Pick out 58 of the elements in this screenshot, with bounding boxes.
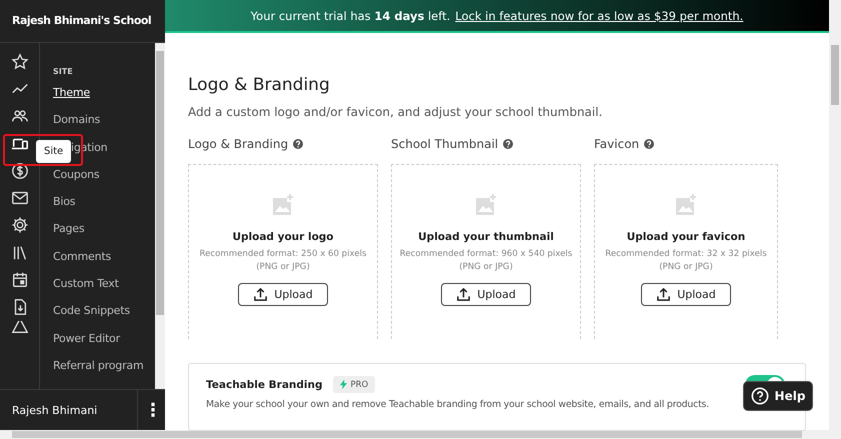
help-icon (750, 387, 769, 405)
upload-button[interactable]: Upload (441, 283, 531, 306)
file-types: (PNG or JPG) (659, 261, 713, 274)
help-icon[interactable] (644, 139, 654, 149)
nav-item[interactable]: Pages (53, 222, 155, 250)
gear-icon[interactable] (10, 216, 28, 234)
nav-item[interactable]: Referral program (53, 358, 155, 386)
scrollbar[interactable] (155, 43, 165, 389)
help-icon[interactable] (293, 139, 304, 149)
dollar-icon[interactable] (10, 162, 28, 180)
nav-item[interactable]: Custom Text (53, 277, 155, 304)
upload-label: Favicon (594, 137, 640, 151)
upload-button[interactable]: Upload (641, 283, 731, 306)
nav-item[interactable]: Comments (53, 250, 155, 278)
section-heading: SITE (53, 67, 74, 76)
upload-label: School Thumbnail (391, 137, 498, 151)
nav-item[interactable]: Domains (53, 113, 155, 141)
format-hint: Recommended format: 32 x 32 pixels (605, 248, 767, 261)
user-name: Rajesh Bhimani (11, 404, 98, 416)
horizontal-scrollbar[interactable] (0, 430, 841, 439)
format-hint: Recommended format: 250 x 60 pixels (200, 248, 366, 261)
nav-item[interactable]: Bios (53, 195, 155, 222)
nav-item[interactable]: Theme (53, 86, 155, 114)
tooltip: Site (36, 140, 72, 163)
upload-icon (253, 287, 268, 302)
upload-dropzone[interactable]: Upload your logo Recommended format: 250 x 60 pixels (PNG or JPG) Upload (188, 164, 378, 339)
upload-icon (656, 287, 672, 302)
file-types: (PNG or JPG) (459, 261, 513, 274)
calendar-icon[interactable] (10, 271, 28, 290)
pro-badge: PRO (332, 376, 376, 393)
format-hint: Recommended format: 960 x 540 pixels (400, 248, 572, 261)
upload-label: Logo & Branding (188, 137, 288, 151)
file-types: (PNG or JPG) (256, 261, 310, 274)
upload-heading: Upload your thumbnail (418, 231, 554, 243)
page-subtitle: Add a custom logo and/or favicon, and adjust your school thumbnail. (188, 105, 604, 119)
warning-icon[interactable] (10, 320, 28, 335)
help-icon[interactable] (503, 139, 514, 149)
lightning-icon (340, 379, 346, 390)
nav-item[interactable]: Coupons (53, 168, 155, 196)
upload-button[interactable]: Upload (238, 283, 328, 306)
nav-item[interactable]: Code Snippets (53, 304, 155, 332)
upload-heading: Upload your favicon (626, 231, 746, 243)
upload-dropzone[interactable]: Upload your thumbnail Recommended format: 960 x 540 pixels (PNG or JPG) Upload (391, 164, 581, 339)
upload-heading: Upload your logo (232, 231, 334, 243)
card-description: Make your school your own and remove Teachable branding from your school website, emails, and all products. (206, 399, 710, 410)
add-image-icon (474, 193, 498, 217)
card-title: Teachable Branding (206, 378, 322, 390)
add-image-icon (271, 193, 295, 217)
upload-icon (456, 287, 472, 302)
nav-item[interactable]: Power Editor (53, 332, 155, 359)
upload-dropzone[interactable]: Upload your favicon Recommended format: 32 x 32 pixels (PNG or JPG) Upload (594, 164, 778, 339)
star-icon[interactable] (10, 52, 28, 71)
help-button[interactable]: Help (743, 381, 813, 411)
add-image-icon (674, 193, 698, 217)
scrollbar[interactable] (829, 0, 841, 430)
upgrade-link[interactable]: Lock in features now for as low as $39 per month. (455, 8, 744, 22)
trial-text: Your current trial has 14 days left. (250, 8, 450, 22)
page-title: Logo & Branding (188, 75, 331, 95)
